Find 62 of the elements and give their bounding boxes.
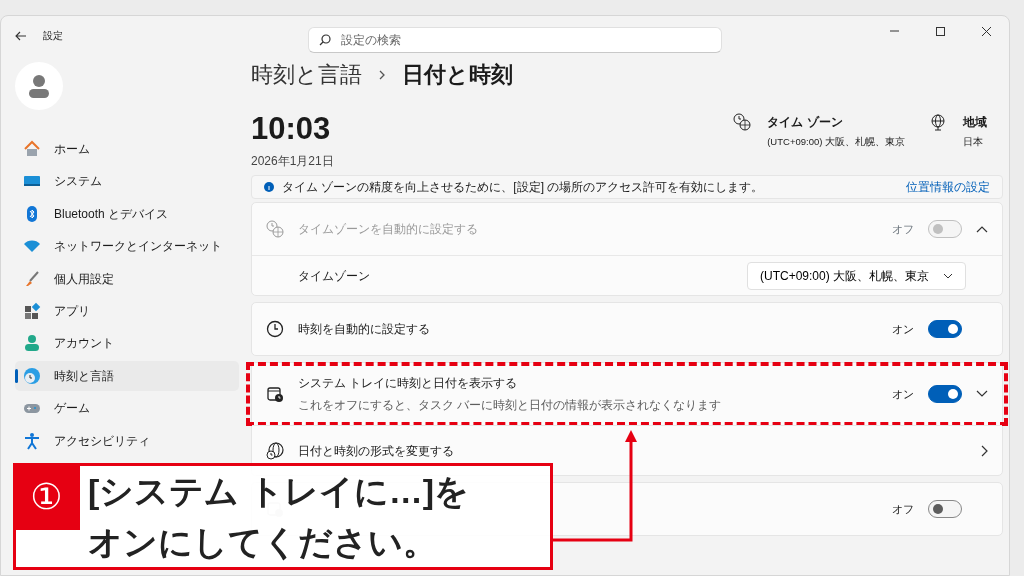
sidebar-item[interactable]: システム <box>15 166 239 197</box>
location-settings-link[interactable]: 位置情報の設定 <box>906 178 990 196</box>
toggle-state-label: オフ <box>892 501 914 517</box>
chevron-down-icon <box>943 272 953 279</box>
maximize-icon <box>934 25 946 37</box>
globe-clock-icon <box>23 366 41 385</box>
sidebar-item[interactable]: アカウント <box>15 328 239 359</box>
chevron-right-icon <box>378 68 386 81</box>
setting-label: 日付と時刻の形式を変更する <box>298 442 455 460</box>
info-message: タイム ゾーンの精度を向上させるために、[設定] の場所のアクセス許可を有効にします。 <box>282 179 764 196</box>
step-number: ① <box>13 463 80 530</box>
toggle-switch[interactable] <box>928 320 962 338</box>
clock-time: 10:03 <box>251 113 332 144</box>
chevron-right-icon[interactable] <box>980 444 988 457</box>
clock-icon <box>266 320 284 338</box>
globe-clock-icon <box>266 441 284 460</box>
callout-text: オンにしてください。 <box>88 522 437 563</box>
sidebar-item[interactable]: アクセシビリティ <box>15 425 239 456</box>
sidebar-item[interactable]: 時刻と言語 <box>15 360 239 391</box>
close-icon <box>980 25 992 37</box>
toggle-state-label: オン <box>892 321 914 337</box>
toggle-state-label: オフ <box>892 221 914 237</box>
home-icon <box>23 140 41 158</box>
accessibility-icon <box>23 431 41 450</box>
sidebar-item[interactable]: Bluetooth とデバイス <box>15 198 239 229</box>
toggle-state-label: オン <box>892 386 914 402</box>
globe-icon <box>929 113 947 131</box>
setting-label: タイムゾーン <box>298 267 371 285</box>
callout-text: [システム トレイに…]を <box>88 471 470 512</box>
info-value: (UTC+09:00) 大阪、札幌、東京 <box>767 135 905 149</box>
sidebar-item[interactable]: アプリ <box>15 295 239 326</box>
breadcrumb-link[interactable]: 時刻と言語 <box>251 58 362 91</box>
clock-globe-icon <box>266 220 284 238</box>
toggle-switch[interactable] <box>928 500 962 518</box>
info-value: 日本 <box>963 135 984 149</box>
setting-description: これをオフにすると、タスク バーに時刻と日付の情報が表示されなくなります <box>298 397 723 414</box>
setting-label: 時刻を自動的に設定する <box>298 321 431 338</box>
person-icon <box>28 74 50 98</box>
sidebar-item[interactable]: ホーム <box>15 134 239 164</box>
sidebar-item[interactable]: ゲーム <box>15 393 239 424</box>
window-title: 設定 <box>43 28 63 43</box>
setting-label: システム トレイに時刻と日付を表示する <box>298 375 519 392</box>
toggle-switch[interactable] <box>928 385 962 403</box>
search-input[interactable]: 設定の検索 <box>339 29 699 50</box>
clock-date: 2026年1月21日 <box>251 153 334 170</box>
page-title: 日付と時刻 <box>402 61 513 89</box>
sidebar-item[interactable]: ネットワークとインターネット <box>15 231 239 262</box>
timezone-dropdown[interactable]: (UTC+09:00) 大阪、札幌、東京 <box>746 261 966 290</box>
info-title: 地域 <box>963 114 987 131</box>
paintbrush-icon <box>23 269 41 288</box>
search-icon <box>319 33 331 46</box>
clock-globe-icon <box>733 113 752 131</box>
search-field[interactable]: 設定の検索 <box>308 26 722 53</box>
info-title: タイム ゾーン <box>767 114 844 131</box>
sidebar-item[interactable]: 個人用設定 <box>15 263 239 294</box>
person-icon <box>23 334 41 353</box>
setting-label: タイムゾーンを自動的に設定する <box>298 221 479 238</box>
info-icon <box>264 182 274 192</box>
back-arrow-icon[interactable] <box>15 31 27 41</box>
apps-icon <box>23 301 41 320</box>
calendar-clock-icon <box>266 385 284 403</box>
chevron-down-icon[interactable] <box>976 390 988 398</box>
